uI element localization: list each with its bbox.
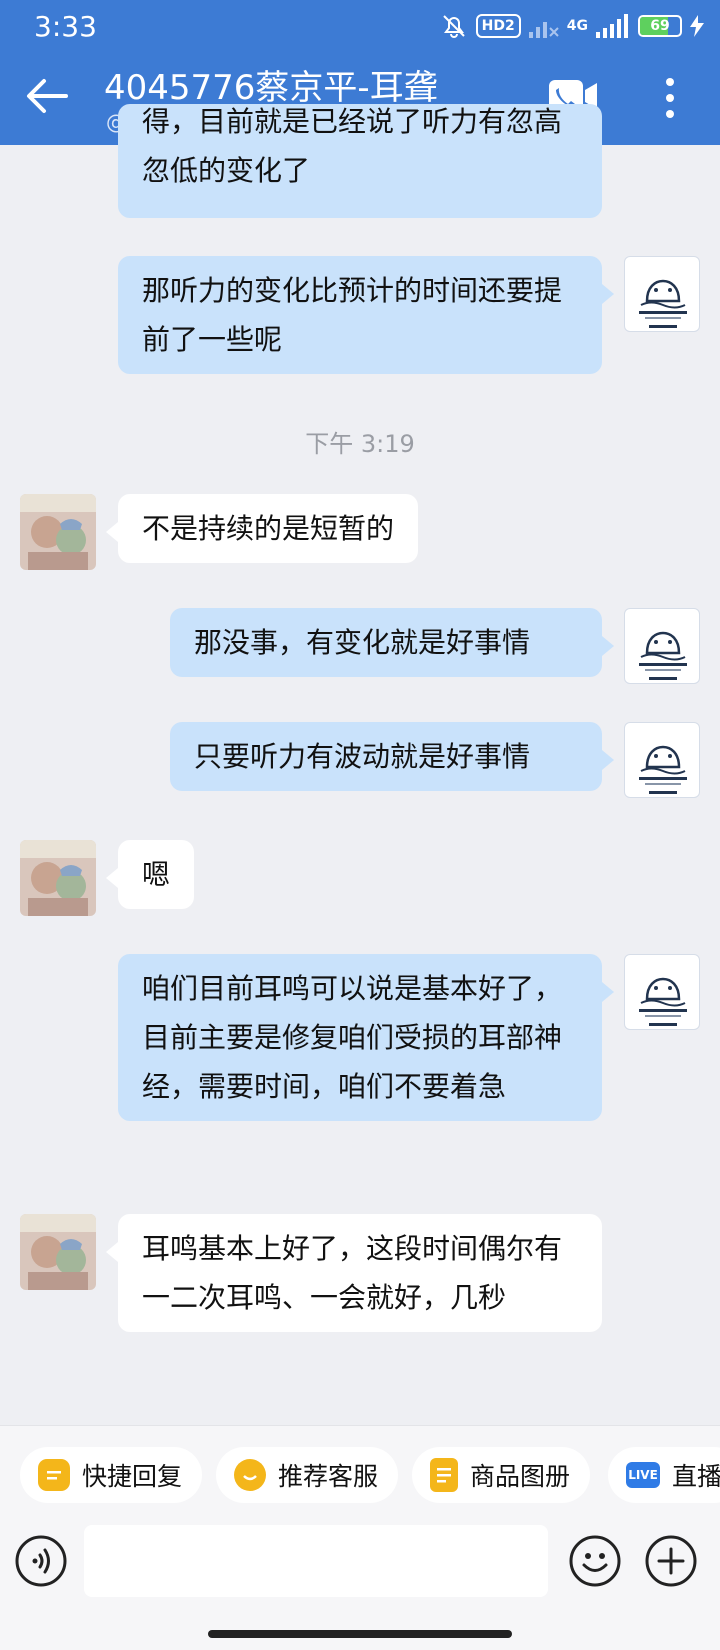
recommend-service-icon	[234, 1459, 266, 1491]
message-bubble[interactable]: 只要听力有波动就是好事情	[170, 722, 614, 791]
customer-avatar[interactable]	[20, 494, 96, 570]
chat-title: 4045776蔡京平-耳聋	[104, 68, 438, 108]
quick-reply-icon	[38, 1459, 70, 1491]
brand-logo-icon	[639, 977, 687, 1026]
customer-avatar[interactable]	[20, 1214, 96, 1290]
message-bubble[interactable]: 嗯	[105, 840, 195, 909]
message-timestamp: 下午 3:19	[305, 430, 415, 458]
brand-logo-icon	[639, 279, 687, 328]
live-label: 直播	[672, 1462, 720, 1491]
agent-avatar[interactable]	[624, 722, 700, 798]
agent-avatar[interactable]	[624, 256, 700, 332]
message-bubble[interactable]: 得，目前就是已经说了听力有忽高忽低的变化了	[118, 104, 602, 218]
message-text: 嗯	[142, 858, 171, 891]
message-bubble[interactable]: 那没事，有变化就是好事情	[170, 608, 614, 677]
product-album-icon	[430, 1458, 458, 1492]
customer-avatar[interactable]	[20, 840, 96, 916]
message-bubble[interactable]: 耳鸣基本上好了，这段时间偶尔有一二次耳鸣、一会就好，几秒	[106, 1214, 602, 1332]
charging-icon	[690, 15, 704, 37]
status-icons: HD2 4G 69	[440, 12, 704, 40]
emoji-icon[interactable]	[568, 1534, 622, 1588]
message-bubble[interactable]: 那听力的变化比预计的时间还要提前了一些呢	[118, 256, 614, 374]
recommend-service-label: 推荐客服	[278, 1462, 379, 1491]
message-bubble[interactable]: 咱们目前耳鸣可以说是基本好了，目前主要是修复咱们受损的耳部神经，需要时间，咱们不…	[118, 954, 614, 1121]
agent-avatar[interactable]	[624, 954, 700, 1030]
battery-level: 69	[650, 18, 670, 34]
status-time: 3:33	[34, 10, 97, 43]
message-text: 得，目前就是已经说了听力有忽高忽低的变化了	[142, 105, 563, 187]
product-album-chip[interactable]: 商品图册	[412, 1447, 591, 1503]
signal-icon	[596, 14, 628, 38]
message-input[interactable]	[84, 1525, 548, 1597]
plus-icon[interactable]	[644, 1534, 698, 1588]
agent-avatar[interactable]	[624, 608, 700, 684]
customer-photo-icon	[20, 1214, 96, 1290]
more-options-icon[interactable]	[658, 76, 682, 120]
customer-photo-icon	[20, 494, 96, 570]
weak-signal-icon	[528, 22, 559, 38]
voice-input-icon[interactable]	[14, 1534, 68, 1588]
message-text: 那没事，有变化就是好事情	[194, 626, 531, 659]
message-text: 只要听力有波动就是好事情	[194, 740, 531, 773]
message-text: 耳鸣基本上好了，这段时间偶尔有一二次耳鸣、一会就好，几秒	[142, 1232, 563, 1314]
customer-photo-icon	[20, 840, 96, 916]
message-text: 不是持续的是短暂的	[142, 512, 395, 545]
live-icon: LIVE	[626, 1462, 660, 1488]
network-type: 4G	[566, 18, 588, 34]
back-arrow-icon[interactable]	[26, 78, 68, 114]
recommend-service-chip[interactable]: 推荐客服	[216, 1447, 399, 1503]
brand-logo-icon	[639, 745, 687, 794]
home-indicator	[208, 1630, 512, 1638]
brand-logo-icon	[639, 631, 687, 680]
quick-reply-label: 快捷回复	[82, 1462, 183, 1491]
battery-icon: 69	[638, 15, 682, 37]
product-album-label: 商品图册	[470, 1462, 571, 1491]
mute-bell-icon	[442, 15, 465, 38]
message-bubble[interactable]: 不是持续的是短暂的	[105, 494, 419, 563]
quick-reply-chip[interactable]: 快捷回复	[20, 1447, 203, 1503]
live-chip[interactable]: LIVE 直播	[608, 1447, 720, 1503]
message-text: 那听力的变化比预计的时间还要提前了一些呢	[142, 274, 563, 356]
message-text: 咱们目前耳鸣可以说是基本好了，目前主要是修复咱们受损的耳部神经，需要时间，咱们不…	[142, 972, 563, 1103]
hd-badge: HD2	[475, 14, 521, 38]
